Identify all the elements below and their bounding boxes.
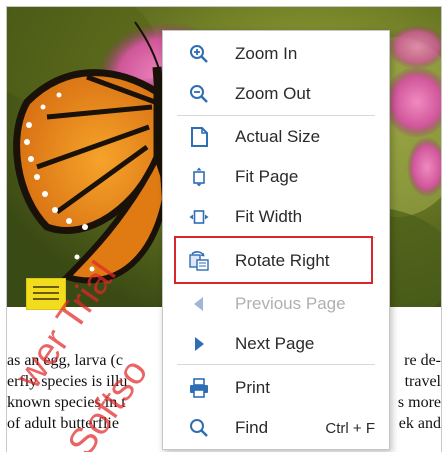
- actual-size-icon: [189, 127, 209, 147]
- document-viewer[interactable]: as an egg, larva (c re de- erfly species…: [0, 0, 448, 452]
- menu-item-zoom-in[interactable]: Zoom In: [163, 33, 389, 73]
- text-line-right: re de-: [404, 352, 441, 369]
- find-icon: [189, 418, 209, 438]
- text-line-left: known species in t: [7, 394, 126, 411]
- menu-item-label: Zoom Out: [235, 84, 311, 103]
- text-line-left: of adult butterflie: [7, 415, 119, 432]
- rotate-right-highlight-box: [174, 236, 373, 284]
- zoom-in-icon: [189, 44, 209, 64]
- menu-item-actual-size[interactable]: Actual Size: [163, 116, 389, 156]
- find-shortcut: Ctrl + F: [325, 420, 375, 437]
- menu-item-label: Actual Size: [235, 127, 321, 146]
- menu-item-fit-page[interactable]: Fit Page: [163, 156, 389, 196]
- menu-separator: [177, 364, 375, 365]
- print-icon: [189, 378, 209, 398]
- menu-item-zoom-out[interactable]: Zoom Out: [163, 73, 389, 113]
- menu-item-previous-page[interactable]: Previous Page: [163, 283, 389, 323]
- zoom-out-icon: [189, 84, 209, 104]
- menu-item-label: Fit Page: [235, 167, 299, 186]
- text-line-left: erfly species is illu: [7, 373, 128, 390]
- fit-page-icon: [189, 167, 209, 187]
- text-line-left: as an egg, larva (c: [7, 352, 123, 369]
- menu-item-label: Previous Page: [235, 294, 346, 313]
- menu-item-fit-width[interactable]: Fit Width: [163, 196, 389, 236]
- text-line-right: travel: [404, 373, 441, 390]
- text-line-right: s more: [397, 394, 441, 411]
- fit-width-icon: [189, 207, 209, 227]
- menu-item-label: Print: [235, 378, 270, 397]
- context-menu: Zoom In Zoom Out Actual Size Fit Page Fi…: [162, 30, 390, 450]
- menu-item-label: Fit Width: [235, 207, 303, 226]
- menu-item-next-page[interactable]: Next Page: [163, 323, 389, 363]
- menu-item-print[interactable]: Print: [163, 367, 389, 407]
- menu-item-label: Next Page: [235, 334, 315, 353]
- previous-page-icon: [189, 294, 209, 314]
- menu-item-label: Zoom In: [235, 44, 298, 63]
- text-line-right: ek and: [398, 415, 441, 432]
- next-page-icon: [189, 334, 209, 354]
- sticky-note-icon[interactable]: [25, 277, 67, 311]
- menu-item-find[interactable]: Find Ctrl + F: [163, 407, 389, 447]
- menu-item-label: Find: [235, 418, 269, 437]
